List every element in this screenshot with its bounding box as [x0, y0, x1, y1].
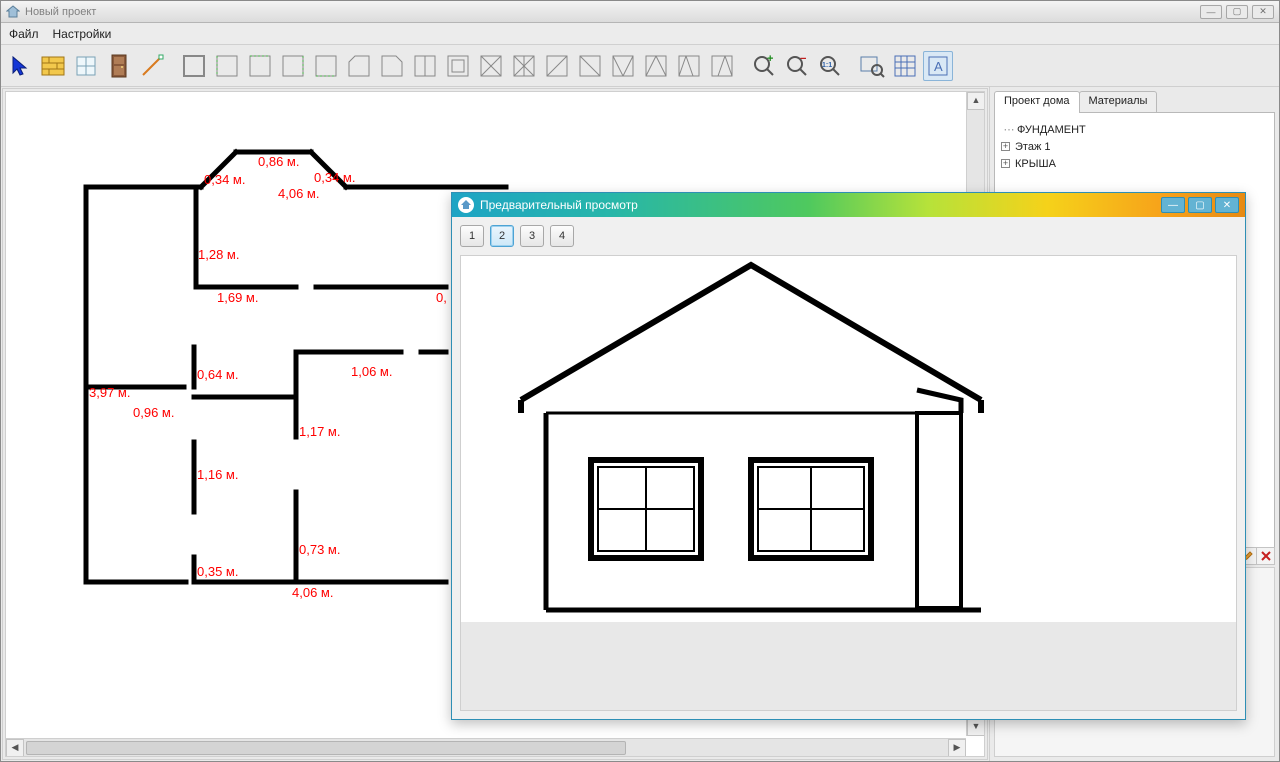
- shape-cut-tr[interactable]: [377, 51, 407, 81]
- shape-v-r[interactable]: [641, 51, 671, 81]
- zoom-11-button[interactable]: 1:1: [815, 51, 845, 81]
- preview-icon: [458, 197, 474, 213]
- door-tool[interactable]: [104, 51, 134, 81]
- dim-label: 0,64 м.: [197, 367, 238, 382]
- scroll-right-button[interactable]: ▶: [948, 739, 966, 757]
- view-1-button[interactable]: 1: [460, 225, 484, 247]
- menu-file[interactable]: Файл: [9, 27, 39, 41]
- tab-project[interactable]: Проект дома: [994, 91, 1080, 113]
- tree-label: КРЫША: [1015, 158, 1056, 170]
- preview-canvas[interactable]: [460, 255, 1237, 711]
- scroll-left-button[interactable]: ◀: [6, 739, 24, 757]
- scroll-up-button[interactable]: ▲: [967, 92, 985, 110]
- horizontal-scrollbar[interactable]: ◀ ▶: [6, 738, 966, 756]
- shape-rect-dash-l[interactable]: [212, 51, 242, 81]
- preview-title: Предварительный просмотр: [480, 198, 638, 212]
- shape-x[interactable]: [476, 51, 506, 81]
- preview-bottom-strip: [461, 622, 1236, 710]
- zoom-window-button[interactable]: [857, 51, 887, 81]
- preview-minimize-button[interactable]: —: [1161, 197, 1185, 213]
- tree-node-roof[interactable]: + КРЫША: [1001, 155, 1268, 172]
- shape-rect-dash-r[interactable]: [278, 51, 308, 81]
- svg-text:1:1: 1:1: [822, 62, 832, 69]
- shape-a-l[interactable]: [674, 51, 704, 81]
- shape-v-l[interactable]: [608, 51, 638, 81]
- minimize-button[interactable]: —: [1200, 5, 1222, 19]
- main-titlebar: Новый проект — ▢ ✕: [1, 1, 1279, 23]
- dim-label: 0,35 м.: [197, 564, 238, 579]
- app-icon: [6, 5, 20, 19]
- wall-tool[interactable]: [38, 51, 68, 81]
- svg-text:+: +: [767, 54, 773, 65]
- shape-diag-l[interactable]: [542, 51, 572, 81]
- dim-label: 0,86 м.: [258, 154, 299, 169]
- dim-label: 0,73 м.: [299, 542, 340, 557]
- preview-close-button[interactable]: ✕: [1215, 197, 1239, 213]
- annotation-toggle-button[interactable]: A: [923, 51, 953, 81]
- shape-frame[interactable]: [443, 51, 473, 81]
- tree-node-foundation[interactable]: ⋯ ФУНДАМЕНТ: [1001, 121, 1268, 138]
- pointer-tool[interactable]: [5, 51, 35, 81]
- delete-button[interactable]: [1257, 547, 1275, 565]
- dim-label: 0,34 м.: [314, 170, 355, 185]
- dim-label: 1,69 м.: [217, 290, 258, 305]
- shape-rect-dash-t[interactable]: [245, 51, 275, 81]
- tree-node-floor1[interactable]: + Этаж 1: [1001, 138, 1268, 155]
- svg-text:A: A: [934, 59, 943, 74]
- dim-label: 0,34 м.: [204, 172, 245, 187]
- preview-maximize-button[interactable]: ▢: [1188, 197, 1212, 213]
- tree-label: ФУНДАМЕНТ: [1017, 124, 1086, 136]
- expand-icon[interactable]: +: [1001, 142, 1010, 151]
- shape-rect[interactable]: [179, 51, 209, 81]
- zoom-in-button[interactable]: +: [749, 51, 779, 81]
- toolbar: + − 1:1 A: [1, 45, 1279, 87]
- scroll-thumb[interactable]: [26, 741, 626, 755]
- shape-split-v[interactable]: [410, 51, 440, 81]
- line-tool[interactable]: [137, 51, 167, 81]
- dim-label: 1,28 м.: [198, 247, 239, 262]
- zoom-out-button[interactable]: −: [782, 51, 812, 81]
- tree-label: Этаж 1: [1015, 141, 1050, 153]
- shape-diag-r[interactable]: [575, 51, 605, 81]
- dim-label: 1,06 м.: [351, 364, 392, 379]
- dim-label: 0,: [436, 290, 447, 305]
- view-4-button[interactable]: 4: [550, 225, 574, 247]
- shape-rect-dash-b[interactable]: [311, 51, 341, 81]
- close-button[interactable]: ✕: [1252, 5, 1274, 19]
- dim-label: 3,97 м.: [89, 385, 130, 400]
- grid-toggle-button[interactable]: [890, 51, 920, 81]
- main-title: Новый проект: [25, 6, 96, 18]
- view-3-button[interactable]: 3: [520, 225, 544, 247]
- dim-label: 1,16 м.: [197, 467, 238, 482]
- maximize-button[interactable]: ▢: [1226, 5, 1248, 19]
- tab-materials[interactable]: Материалы: [1079, 91, 1158, 113]
- menu-settings[interactable]: Настройки: [53, 27, 112, 41]
- menubar: Файл Настройки: [1, 23, 1279, 45]
- window-tool[interactable]: [71, 51, 101, 81]
- dim-label: 4,06 м.: [292, 585, 333, 600]
- expand-icon[interactable]: +: [1001, 159, 1010, 168]
- preview-titlebar[interactable]: Предварительный просмотр — ▢ ✕: [452, 193, 1245, 217]
- shape-x2[interactable]: [509, 51, 539, 81]
- dim-label: 1,17 м.: [299, 424, 340, 439]
- dim-label: 0,96 м.: [133, 405, 174, 420]
- dim-label: 4,06 м.: [278, 186, 319, 201]
- svg-text:−: −: [800, 54, 806, 65]
- shape-a-r[interactable]: [707, 51, 737, 81]
- view-2-button[interactable]: 2: [490, 225, 514, 247]
- shape-cut-tl[interactable]: [344, 51, 374, 81]
- scroll-down-button[interactable]: ▼: [967, 718, 985, 736]
- preview-window: Предварительный просмотр — ▢ ✕ 1 2 3 4: [451, 192, 1246, 720]
